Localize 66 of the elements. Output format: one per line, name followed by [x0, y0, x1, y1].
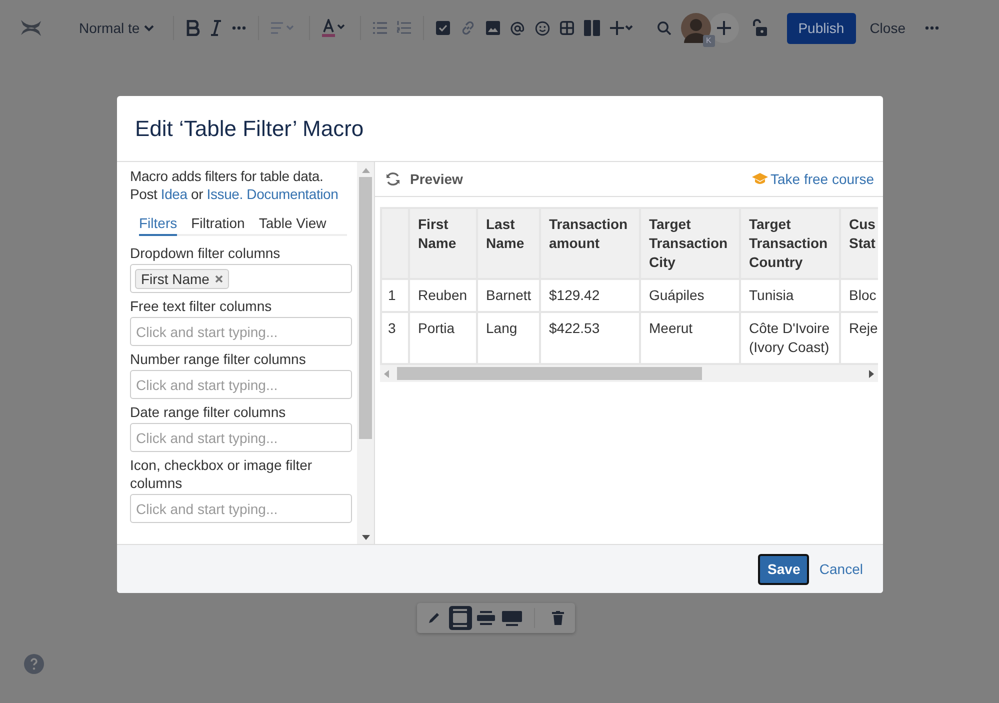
columns-icon[interactable] — [584, 20, 600, 36]
remove-icon[interactable] — [215, 274, 224, 282]
preview-title: Preview — [410, 171, 463, 187]
input-field[interactable]: Click and start typing... — [130, 317, 352, 346]
field-label: Number range filter columns — [130, 350, 307, 368]
intro-text: Macro adds filters for table data. Post Idea or Issue. Documentation — [130, 167, 340, 203]
unlocked-padlock-icon[interactable] — [752, 19, 768, 37]
tab[interactable]: Table View — [258, 213, 326, 236]
field-label: Free text filter columns — [130, 297, 273, 315]
input-field[interactable]: Click and start typing... — [130, 423, 352, 452]
table-cell: 1 — [381, 279, 409, 312]
help-icon[interactable] — [24, 654, 44, 674]
column-header: Transaction amount — [540, 208, 640, 279]
field-label: Dropdown filter columns — [130, 244, 282, 262]
vertical-scrollbar[interactable] — [357, 162, 374, 544]
dialog-title: Edit ‘Table Filter’ Macro — [135, 116, 364, 142]
table-cell: Tunisia — [740, 279, 840, 312]
field-label: Icon, checkbox or image filter columns — [130, 456, 314, 492]
more-icon[interactable] — [925, 26, 940, 30]
table-cell: Barnett — [477, 279, 540, 312]
column-header: Target Transaction Country — [740, 208, 840, 279]
emoji-icon[interactable] — [534, 20, 550, 36]
tab[interactable]: Filtration — [191, 213, 245, 236]
multi-select-field[interactable]: First Name — [130, 264, 352, 293]
input-field[interactable]: Click and start typing... — [130, 370, 352, 399]
insert-plus-icon[interactable] — [610, 21, 634, 35]
idea-link[interactable]: Idea — [160, 186, 188, 202]
graduation-cap-icon — [752, 173, 768, 185]
image-icon[interactable] — [486, 21, 500, 35]
scroll-up-icon[interactable] — [362, 168, 370, 173]
chevron-down-icon — [144, 24, 154, 32]
save-button[interactable]: Save — [758, 554, 810, 584]
field-label: Date range filter columns — [130, 403, 287, 421]
scroll-left-icon[interactable] — [384, 370, 389, 378]
italic-icon[interactable] — [210, 20, 222, 36]
tab[interactable]: Filters — [139, 213, 178, 236]
column-header — [381, 208, 409, 279]
horizontal-scrollbar[interactable] — [380, 365, 878, 382]
table-cell: $129.42 — [540, 279, 640, 312]
documentation-link[interactable]: Documentation — [246, 186, 338, 202]
more-icon[interactable] — [232, 26, 246, 30]
column-header: Cus Stat — [840, 208, 878, 279]
layout-icon[interactable] — [448, 606, 472, 630]
selected-tag[interactable]: First Name — [135, 268, 230, 288]
cancel-link[interactable]: Cancel — [819, 561, 863, 577]
column-header: Target Transaction City — [640, 208, 740, 279]
search-icon[interactable] — [656, 21, 671, 35]
table-cell: Guápiles — [640, 279, 740, 312]
table-cell: Reuben — [409, 279, 477, 312]
take-course-link[interactable]: Take free course — [770, 171, 874, 187]
text-style-dropdown[interactable]: Normal te — [79, 20, 154, 36]
close-button[interactable]: Close — [870, 20, 906, 36]
scroll-right-icon[interactable] — [869, 370, 874, 378]
mention-icon[interactable] — [510, 20, 525, 36]
scroll-down-icon[interactable] — [362, 535, 370, 540]
checkbox-icon[interactable] — [436, 21, 450, 35]
column-header: First Name — [409, 208, 477, 279]
bold-icon[interactable] — [186, 20, 200, 36]
table-icon[interactable] — [560, 21, 574, 35]
issue-link[interactable]: Issue. — [206, 186, 243, 202]
publish-button[interactable]: Publish — [786, 12, 856, 44]
add-collaborator-icon[interactable] — [708, 13, 739, 43]
avatar-initial: K — [702, 35, 715, 47]
input-field[interactable]: Click and start typing... — [130, 494, 352, 523]
column-header: Last Name — [477, 208, 540, 279]
refresh-icon[interactable] — [385, 171, 401, 187]
